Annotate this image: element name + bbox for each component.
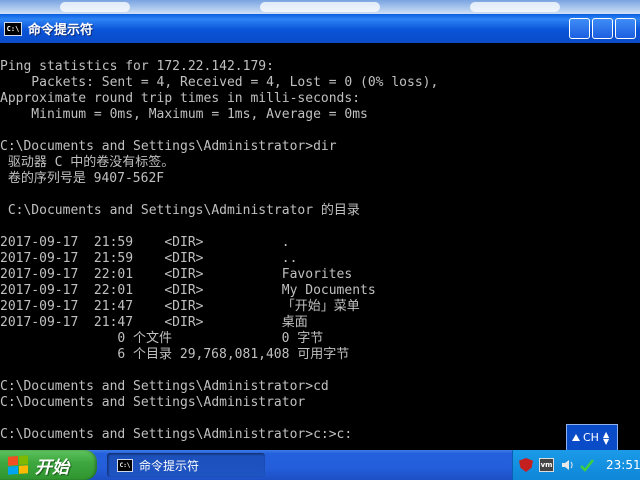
window-controls [569, 18, 636, 39]
title-bar[interactable]: C:\ 命令提示符 [0, 14, 640, 43]
maximize-button[interactable] [592, 18, 613, 39]
console-line: 卷的序列号是 9407-562F [0, 171, 165, 186]
window-title: 命令提示符 [28, 23, 94, 38]
console-line: 2017-09-17 21:59 <DIR> .. [0, 251, 298, 266]
minimize-button[interactable] [569, 18, 590, 39]
system-tray: vm 23:51 [512, 450, 640, 480]
console-app-icon[interactable]: C:\ [4, 21, 22, 36]
console-app-icon: C:\ [117, 458, 133, 472]
console-line: Ping statistics for 172.22.142.179: [0, 59, 274, 74]
language-down-arrow-icon[interactable]: ▼ [603, 437, 609, 445]
security-shield-icon[interactable] [519, 458, 533, 472]
desktop-cloud [60, 2, 130, 12]
console-line: Approximate round trip times in milli-se… [0, 91, 361, 106]
taskbar-item-label: 命令提示符 [139, 458, 200, 473]
console-output[interactable]: Ping statistics for 172.22.142.179: Pack… [0, 43, 640, 450]
language-indicator-icon [572, 434, 580, 441]
console-line: C:\Documents and Settings\Administrator>… [0, 379, 329, 394]
console-line: 2017-09-17 22:01 <DIR> Favorites [0, 267, 353, 282]
desktop-cloud [260, 2, 380, 12]
language-bar-arrows[interactable]: ▲ ▼ [603, 430, 609, 445]
console-line: Packets: Sent = 4, Received = 4, Lost = … [0, 75, 439, 90]
network-icon[interactable] [580, 458, 594, 472]
desktop-background [0, 0, 640, 14]
clock[interactable]: 23:51 [606, 458, 640, 472]
desktop-cloud [470, 2, 560, 12]
console-line: 2017-09-17 21:47 <DIR> 「开始」菜单 [0, 299, 360, 314]
close-button[interactable] [615, 18, 636, 39]
vmware-tools-icon[interactable]: vm [539, 458, 554, 472]
taskbar-item-command-prompt[interactable]: C:\ 命令提示符 [107, 453, 265, 477]
console-line: C:\Documents and Settings\Administrator>… [0, 427, 353, 442]
console-line: 2017-09-17 21:59 <DIR> . [0, 235, 290, 250]
console-line: 6 个目录 29,768,081,408 可用字节 [0, 347, 350, 362]
console-line: C:\Documents and Settings\Administrator [0, 395, 306, 410]
language-code: CH [583, 431, 599, 444]
volume-icon[interactable] [560, 458, 574, 472]
console-line: 2017-09-17 21:47 <DIR> 桌面 [0, 315, 308, 330]
start-button[interactable]: 开始 [0, 450, 97, 480]
command-prompt-window[interactable]: C:\ 命令提示符 Ping statistics for 172.22.142… [0, 14, 640, 450]
console-line: C:\Documents and Settings\Administrator … [0, 203, 360, 218]
console-line: 2017-09-17 22:01 <DIR> My Documents [0, 283, 376, 298]
console-line: 0 个文件 0 字节 [0, 331, 324, 346]
console-line: Minimum = 0ms, Maximum = 1ms, Average = … [0, 107, 368, 122]
taskbar: 开始 C:\ 命令提示符 vm 23:51 [0, 450, 640, 480]
language-bar[interactable]: CH ▲ ▼ [566, 424, 618, 451]
console-line: 驱动器 C 中的卷没有标签。 [0, 155, 175, 170]
console-line: C:\Documents and Settings\Administrator>… [0, 139, 337, 154]
start-label: 开始 [35, 457, 69, 478]
windows-logo-icon [8, 455, 28, 475]
